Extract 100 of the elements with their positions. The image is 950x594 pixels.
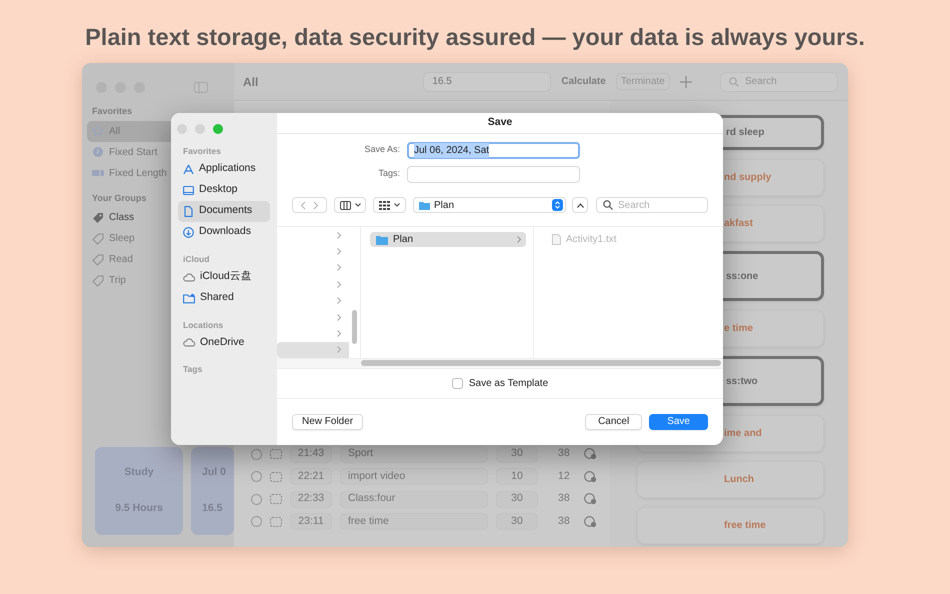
sidebar-item[interactable]: iCloud云盘 [178, 266, 270, 288]
folder-row[interactable]: Plan [370, 232, 526, 247]
dashed-square-icon [270, 472, 282, 482]
folder-icon [183, 292, 195, 304]
name-field[interactable]: Class:four [340, 490, 488, 508]
headline: Plain text storage, data security assured — your data is always yours. [85, 22, 865, 52]
chevron-right-icon [313, 200, 320, 210]
folder-row[interactable] [277, 342, 349, 358]
dashed-square-icon [270, 516, 282, 527]
dashed-square-icon [270, 494, 282, 504]
download-icon [183, 226, 194, 238]
clock-add-icon[interactable] [584, 448, 597, 460]
page-title: All [243, 74, 258, 90]
search-field[interactable]: Search [596, 197, 708, 213]
save-as-field[interactable]: Jul 06, 2024, Sat [407, 142, 580, 158]
columns-icon [340, 200, 350, 210]
name-field[interactable]: import video [340, 468, 488, 486]
section-label: iCloud [182, 252, 210, 266]
tag-icon [92, 212, 104, 224]
total-text: 12 [558, 468, 570, 484]
total-text: 38 [558, 446, 570, 462]
time-field[interactable]: 22:21 [290, 468, 332, 486]
location-popup[interactable]: Plan [413, 197, 566, 213]
up-button[interactable] [572, 197, 588, 213]
scrollbar-thumb[interactable] [352, 310, 357, 344]
column-view-button[interactable] [334, 197, 366, 213]
new-folder-button[interactable]: New Folder [292, 414, 364, 430]
dashed-square-icon [270, 449, 282, 460]
radio-button[interactable] [251, 494, 262, 505]
chevron-right-icon [337, 248, 341, 256]
time-field[interactable]: 22:33 [290, 490, 332, 508]
minutes-field[interactable]: 30 [496, 513, 538, 530]
cancel-button[interactable]: Cancel [585, 414, 642, 430]
section-label: Your Groups [91, 192, 148, 205]
checkbox-label: Save as Template [468, 377, 548, 391]
chevron-right-icon [337, 330, 341, 337]
stepper-icon [552, 199, 563, 211]
clock-add-icon[interactable] [584, 516, 597, 528]
search-icon [729, 76, 739, 86]
chevron-right-icon [517, 236, 521, 243]
section-label: Tags [182, 363, 204, 376]
minutes-field[interactable]: 30 [496, 446, 538, 463]
clock-add-icon[interactable] [584, 493, 597, 506]
time-field[interactable]: 21:43 [290, 446, 332, 463]
sidebar-item[interactable]: Downloads [178, 222, 270, 243]
grid-view-button[interactable] [373, 197, 406, 213]
grid-icon [379, 200, 390, 210]
chevron-right-icon [337, 346, 341, 354]
section-label: Locations [182, 318, 224, 332]
apps-icon [183, 164, 194, 175]
chevron-right-icon [337, 280, 341, 288]
tag-icon [92, 254, 104, 266]
chevron-right-icon [337, 314, 341, 321]
tags-field[interactable] [407, 166, 580, 182]
sidebar-item[interactable]: Applications [178, 158, 270, 180]
field-label: Save As: [363, 143, 401, 156]
minutes-field[interactable]: 10 [496, 468, 538, 486]
scrollbar-thumb[interactable] [361, 360, 721, 366]
total-text: 38 [558, 514, 570, 529]
back-forward-control[interactable] [292, 197, 327, 213]
sidebar-item[interactable]: Desktop [178, 180, 270, 201]
caret-icon [354, 203, 360, 207]
folder-icon [419, 200, 430, 210]
bar-icon [92, 167, 104, 179]
time-field[interactable]: 23:11 [290, 513, 332, 530]
total-text: 38 [558, 491, 570, 506]
tag-icon [92, 232, 104, 244]
task-card[interactable]: Lunch [637, 461, 824, 498]
sidebar-item[interactable]: Shared [178, 288, 270, 308]
search-icon [603, 200, 613, 210]
clock-add-icon[interactable] [584, 470, 597, 483]
caret-icon [394, 203, 400, 207]
folder-icon [376, 234, 388, 244]
sidebar-toggle-icon[interactable] [194, 82, 208, 92]
plus-icon[interactable] [680, 76, 692, 88]
name-field[interactable]: free time [340, 513, 488, 530]
calculate-button[interactable]: Calculate [557, 74, 610, 89]
radio-button[interactable] [251, 448, 262, 460]
checkbox[interactable] [452, 378, 463, 389]
section-label: Favorites [91, 105, 134, 118]
tag-icon [92, 274, 104, 286]
section-label: Favorites [182, 145, 222, 158]
file-icon [552, 234, 561, 245]
dialog-title: Save [277, 113, 723, 134]
task-card[interactable]: free time [637, 507, 824, 544]
value-field[interactable]: 16.5 [423, 72, 552, 92]
cloud-icon [183, 272, 195, 282]
minutes-field[interactable]: 30 [496, 490, 538, 508]
chevron-right-icon [337, 264, 341, 272]
save-button[interactable]: Save [649, 414, 708, 430]
sidebar-item[interactable]: OneDrive [178, 332, 270, 354]
radio-button[interactable] [251, 516, 262, 528]
document-icon [183, 206, 194, 217]
chevron-right-icon [337, 232, 341, 239]
name-field[interactable]: Sport [340, 446, 488, 463]
radio-button[interactable] [251, 471, 262, 482]
display-icon [183, 184, 194, 196]
search-field[interactable]: Search [720, 72, 838, 92]
cloud-icon [183, 337, 195, 348]
sidebar-item[interactable]: Documents [178, 200, 270, 222]
